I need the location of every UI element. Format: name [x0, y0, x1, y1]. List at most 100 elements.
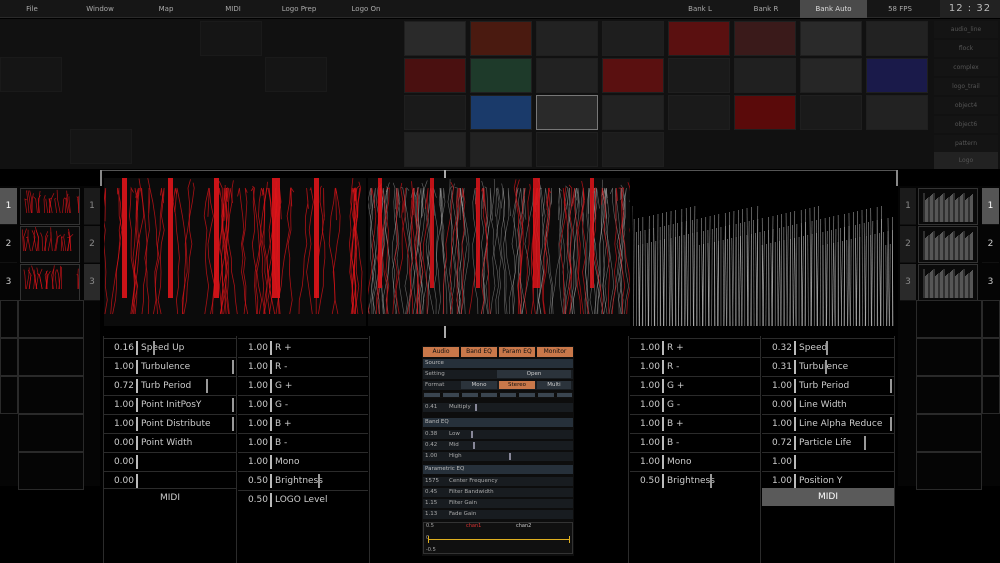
right-param-slider-handle[interactable] [794, 398, 796, 412]
left-thumb-2[interactable] [20, 226, 80, 263]
right-thumb-3[interactable] [918, 264, 978, 301]
format-stereo-button[interactable]: Stereo [499, 381, 535, 389]
library-clip[interactable] [404, 58, 466, 93]
left-thumb-3[interactable] [20, 264, 80, 301]
library-label-flock[interactable]: flock [934, 40, 998, 57]
right-param-row[interactable]: 1.00 Turb Period [762, 376, 894, 394]
right-empty-layer[interactable] [982, 376, 1000, 414]
left-layer-3[interactable]: 3 [0, 264, 17, 301]
library-clip[interactable] [734, 21, 796, 56]
left-color-row[interactable]: 0.50 LOGO Level [238, 490, 368, 508]
left-param-slider-handle[interactable] [136, 341, 138, 355]
library-clip[interactable] [734, 58, 796, 93]
library-clip-dim[interactable] [70, 129, 132, 164]
right-slot-1[interactable]: 1 [900, 188, 916, 225]
left-param-row[interactable]: 1.00 Turbulence [104, 357, 236, 375]
library-clip[interactable] [404, 21, 466, 56]
library-clip[interactable] [602, 132, 664, 167]
left-param-row[interactable]: 0.16 Speed Up [104, 338, 236, 356]
right-thumb-1[interactable] [918, 188, 978, 225]
library-clip[interactable] [470, 21, 532, 56]
right-slot-2[interactable]: 2 [900, 226, 916, 263]
right-param-row[interactable]: 1.00 [762, 452, 894, 470]
left-color-row[interactable]: 1.00 R + [238, 338, 368, 356]
library-clip-dim[interactable] [200, 21, 262, 56]
right-midi-button[interactable]: MIDI [762, 488, 894, 506]
left-empty-slot[interactable] [18, 300, 84, 338]
right-marker[interactable] [896, 170, 898, 186]
library-clip[interactable] [470, 132, 532, 167]
library-label-pattern[interactable]: pattern [934, 135, 998, 152]
right-empty-slot[interactable] [916, 414, 982, 452]
left-color-row[interactable]: 1.00 R - [238, 357, 368, 375]
right-thumb-2[interactable] [918, 226, 978, 263]
right-param-row[interactable]: 0.31 Turbulence [762, 357, 894, 375]
menu-map[interactable]: Map [155, 0, 177, 18]
library-label-object6[interactable]: object6 [934, 116, 998, 133]
library-clip[interactable] [536, 21, 598, 56]
right-color-slider-handle[interactable] [662, 360, 664, 374]
library-clip[interactable] [668, 95, 730, 130]
left-color-row[interactable]: 1.00 G + [238, 376, 368, 394]
left-param-row[interactable]: 1.00 Point Distribute [104, 414, 236, 432]
tab-monitor[interactable]: Monitor [537, 347, 573, 357]
right-param-row[interactable]: 0.32 Speed [762, 338, 894, 356]
left-layer-1[interactable]: 1 [0, 188, 17, 225]
left-color-slider-handle[interactable] [270, 341, 272, 355]
library-label-audio-line[interactable]: audio_line [934, 21, 998, 38]
left-color-slider-handle[interactable] [270, 398, 272, 412]
left-color-row[interactable]: 1.00 Mono [238, 452, 368, 470]
left-empty-layer[interactable] [0, 300, 18, 338]
right-color-row[interactable]: 0.50 Brightness [630, 471, 760, 489]
left-param-slider-handle[interactable] [136, 474, 138, 488]
right-param-slider-handle[interactable] [794, 360, 796, 374]
left-param-row[interactable]: 0.00 [104, 471, 236, 489]
right-color-row[interactable]: 1.00 B - [630, 433, 760, 451]
left-color-slider-handle[interactable] [270, 436, 272, 450]
left-marker[interactable] [100, 170, 102, 186]
library-clip[interactable] [536, 132, 598, 167]
right-color-row[interactable]: 1.00 Mono [630, 452, 760, 470]
left-layer-2[interactable]: 2 [0, 226, 17, 263]
menu-midi[interactable]: MIDI [222, 0, 244, 18]
right-param-slider-handle[interactable] [794, 474, 796, 488]
left-param-row[interactable]: 0.72 Turb Period [104, 376, 236, 394]
library-clip[interactable] [668, 58, 730, 93]
right-color-slider-handle[interactable] [662, 455, 664, 469]
library-clip[interactable] [536, 95, 598, 130]
library-clip[interactable] [866, 95, 928, 130]
left-param-row[interactable]: 0.00 Point Width [104, 433, 236, 451]
open-button[interactable]: Open [497, 370, 571, 378]
left-slot-3[interactable]: 3 [84, 264, 100, 301]
bank-l-button[interactable]: Bank L [668, 0, 732, 18]
right-empty-layer[interactable] [982, 338, 1000, 376]
library-clip[interactable] [866, 58, 928, 93]
library-clip[interactable] [800, 95, 862, 130]
right-param-slider-handle[interactable] [794, 455, 796, 469]
left-param-slider-handle[interactable] [136, 360, 138, 374]
param-eq-row[interactable]: 1.13 Fade Gain [423, 510, 573, 519]
right-param-slider-handle[interactable] [794, 341, 796, 355]
right-layer-2[interactable]: 2 [982, 226, 999, 263]
library-clip-dim[interactable] [265, 57, 327, 92]
right-slot-3[interactable]: 3 [900, 264, 916, 301]
left-slot-1[interactable]: 1 [84, 188, 100, 225]
left-color-row[interactable]: 1.00 G - [238, 395, 368, 413]
right-color-slider-handle[interactable] [662, 341, 664, 355]
right-param-slider-handle[interactable] [794, 417, 796, 431]
menu-window[interactable]: Window [82, 0, 118, 18]
left-color-row[interactable]: 1.00 B + [238, 414, 368, 432]
library-label-object4[interactable]: object4 [934, 97, 998, 114]
library-clip[interactable] [404, 132, 466, 167]
library-clip[interactable] [668, 21, 730, 56]
right-layer-1[interactable]: 1 [982, 188, 999, 225]
channel-selector[interactable] [423, 392, 573, 398]
right-color-row[interactable]: 1.00 G - [630, 395, 760, 413]
left-param-slider-handle[interactable] [136, 455, 138, 469]
left-color-slider-handle[interactable] [270, 360, 272, 374]
right-color-slider-handle[interactable] [662, 436, 664, 450]
tab-param-eq[interactable]: Param EQ [499, 347, 535, 357]
right-param-row[interactable]: 1.00 Position Y [762, 471, 894, 489]
left-empty-slot[interactable] [18, 338, 84, 376]
right-color-slider-handle[interactable] [662, 379, 664, 393]
